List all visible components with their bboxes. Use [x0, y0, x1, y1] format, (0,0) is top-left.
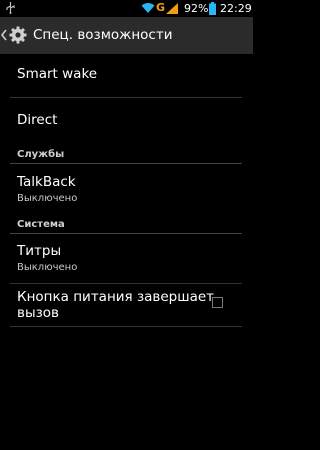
talkback-title: TalkBack — [17, 174, 76, 190]
smart-wake-label: Smart wake — [17, 66, 98, 82]
list-item-direct[interactable]: Direct — [0, 98, 253, 142]
page-title: Спец. возможности — [33, 27, 173, 43]
back-chevron-icon[interactable] — [1, 29, 7, 41]
talkback-summary: Выключено — [17, 193, 78, 204]
wifi-icon — [141, 3, 155, 13]
action-bar[interactable]: Спец. возможности — [0, 17, 253, 54]
usb-icon — [6, 2, 15, 14]
power-button-checkbox[interactable] — [212, 297, 223, 308]
list-item-captions[interactable]: Титры Выключено — [0, 234, 253, 283]
captions-title: Титры — [17, 243, 62, 259]
cell-signal-icon — [166, 3, 178, 14]
list-item-power-button-ends-call[interactable]: Кнопка питания завершает вызов — [0, 284, 253, 326]
list-item-talkback[interactable]: TalkBack Выключено — [0, 164, 253, 214]
power-button-label-line2: вызов — [17, 305, 60, 321]
section-header-services: Службы — [17, 149, 65, 160]
battery-percent: 92% — [184, 2, 209, 15]
divider — [10, 326, 242, 327]
gear-icon — [9, 26, 27, 44]
clock: 22:29 — [220, 2, 252, 15]
status-bar: G 92% 22:29 — [0, 0, 253, 17]
list-item-smart-wake[interactable]: Smart wake — [0, 54, 253, 97]
direct-label: Direct — [17, 112, 58, 128]
captions-summary: Выключено — [17, 262, 78, 273]
section-header-system: Система — [17, 219, 65, 230]
battery-icon — [209, 2, 216, 15]
power-button-label-line1: Кнопка питания завершает — [17, 289, 215, 305]
network-type-label: G — [156, 1, 166, 14]
